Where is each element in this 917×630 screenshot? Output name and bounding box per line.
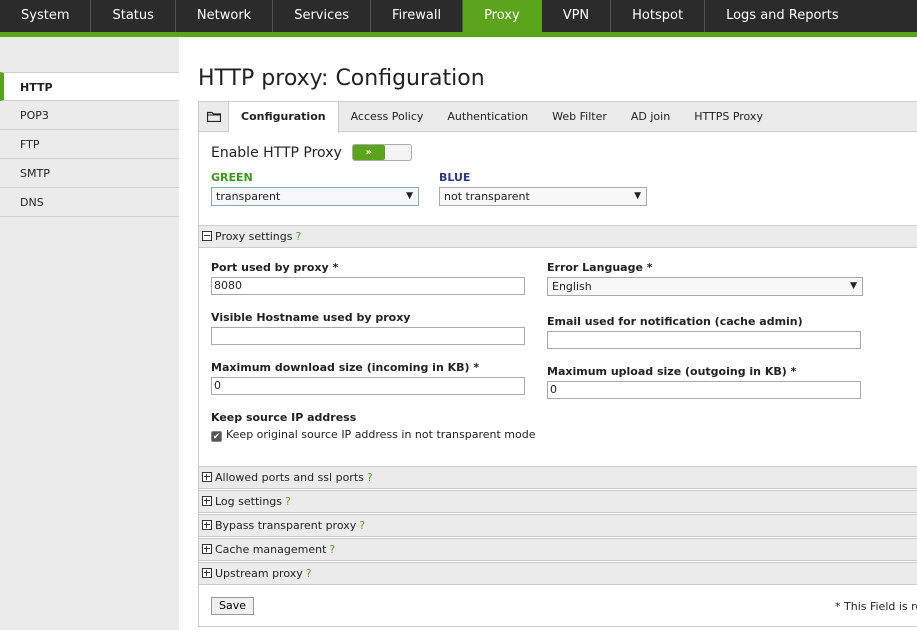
enable-http-proxy-toggle[interactable]: » [351, 144, 412, 161]
email-input[interactable] [547, 331, 861, 349]
tab-configuration[interactable]: Configuration [229, 102, 339, 133]
enable-row: Enable HTTP Proxy » [211, 144, 412, 161]
keep-source-ip-label: Keep source IP address [211, 411, 357, 424]
help-icon[interactable]: ? [367, 471, 373, 484]
section-title: Allowed ports and ssl ports [215, 471, 364, 484]
help-icon[interactable]: ? [296, 230, 302, 243]
visible-hostname-input[interactable] [211, 327, 525, 345]
section-cache-management[interactable]: Cache management? [199, 538, 917, 561]
keep-source-ip-checkbox-label: Keep original source IP address in not t… [226, 428, 536, 441]
toggle-on-icon: » [352, 145, 385, 160]
help-icon[interactable]: ? [359, 519, 365, 532]
enable-http-proxy-label: Enable HTTP Proxy [211, 144, 342, 161]
expand-plus-icon [202, 496, 212, 506]
visible-hostname-label: Visible Hostname used by proxy [211, 311, 411, 324]
nav-tab-system[interactable]: System [0, 0, 92, 32]
nav-tab-status[interactable]: Status [91, 0, 176, 32]
section-bypass-transparent-proxy[interactable]: Bypass transparent proxy? [199, 514, 917, 537]
keep-source-ip-checkbox[interactable]: ✔ [211, 431, 222, 442]
proxy-settings-header[interactable]: Proxy settings? [199, 225, 917, 248]
proxy-settings-title: Proxy settings [215, 230, 293, 243]
help-icon[interactable]: ? [285, 495, 291, 508]
error-language-select[interactable]: English ▼ [547, 277, 863, 296]
expand-plus-icon [202, 472, 212, 482]
keep-source-ip-row: ✔ Keep original source IP address in not … [211, 428, 535, 442]
collapse-minus-icon [202, 231, 212, 241]
sidebar-item-smtp[interactable]: SMTP [0, 159, 179, 188]
subtab-bar: Configuration Access Policy Authenticati… [199, 102, 917, 133]
section-title: Upstream proxy [215, 567, 303, 580]
tab-https-proxy[interactable]: HTTPS Proxy [682, 102, 775, 131]
blue-mode-select[interactable]: not transparent ▼ [439, 187, 647, 206]
green-mode-value: transparent [216, 190, 281, 203]
top-nav: System Status Network Services Firewall … [0, 0, 917, 32]
port-label: Port used by proxy * [211, 261, 339, 274]
sidebar: HTTP POP3 FTP SMTP DNS [0, 37, 179, 630]
section-title: Log settings [215, 495, 283, 508]
section-log-settings[interactable]: Log settings? [199, 490, 917, 513]
help-icon[interactable]: ? [329, 543, 335, 556]
nav-tab-firewall[interactable]: Firewall [371, 0, 464, 32]
tab-authentication[interactable]: Authentication [435, 102, 540, 131]
green-label: GREEN [211, 171, 253, 184]
save-button[interactable]: Save [211, 597, 255, 615]
nav-tab-network[interactable]: Network [176, 0, 274, 32]
expand-plus-icon [202, 544, 212, 554]
section-upstream-proxy[interactable]: Upstream proxy? [199, 562, 917, 585]
required-field-note: * This Field is required. [835, 600, 917, 613]
nav-tab-services[interactable]: Services [273, 0, 372, 32]
dropdown-arrow-icon: ▼ [850, 281, 857, 291]
expand-plus-icon [202, 520, 212, 530]
folder-icon[interactable] [199, 102, 229, 131]
max-download-label: Maximum download size (incoming in KB) * [211, 361, 480, 374]
max-download-input[interactable]: 0 [211, 377, 525, 395]
section-title: Cache management [215, 543, 327, 556]
sidebar-item-ftp[interactable]: FTP [0, 130, 179, 159]
tab-access-policy[interactable]: Access Policy [339, 102, 436, 131]
nav-tab-proxy[interactable]: Proxy [463, 0, 542, 32]
page-title: HTTP proxy: Configuration [198, 66, 485, 91]
sidebar-item-http[interactable]: HTTP [0, 72, 179, 101]
green-mode-select[interactable]: transparent ▼ [211, 187, 419, 206]
section-allowed-ports[interactable]: Allowed ports and ssl ports? [199, 466, 917, 489]
max-upload-label: Maximum upload size (outgoing in KB) * [547, 365, 797, 378]
port-input[interactable]: 8080 [211, 277, 525, 295]
dropdown-arrow-icon: ▼ [406, 191, 413, 201]
nav-tab-hotspot[interactable]: Hotspot [611, 0, 706, 32]
error-language-label: Error Language * [547, 261, 653, 274]
config-panel: Configuration Access Policy Authenticati… [198, 101, 917, 627]
blue-mode-value: not transparent [444, 190, 530, 203]
sidebar-item-dns[interactable]: DNS [0, 188, 179, 217]
tab-web-filter[interactable]: Web Filter [540, 102, 619, 131]
email-label: Email used for notification (cache admin… [547, 315, 803, 328]
help-icon[interactable]: ? [306, 567, 312, 580]
section-title: Bypass transparent proxy [215, 519, 357, 532]
error-language-value: English [552, 280, 592, 293]
blue-label: BLUE [439, 171, 471, 184]
tab-ad-join[interactable]: AD join [619, 102, 682, 131]
nav-tab-logs-and-reports[interactable]: Logs and Reports [705, 0, 860, 32]
sidebar-item-pop3[interactable]: POP3 [0, 101, 179, 130]
max-upload-input[interactable]: 0 [547, 381, 861, 399]
dropdown-arrow-icon: ▼ [634, 191, 641, 201]
expand-plus-icon [202, 568, 212, 578]
nav-tab-vpn[interactable]: VPN [542, 0, 612, 32]
